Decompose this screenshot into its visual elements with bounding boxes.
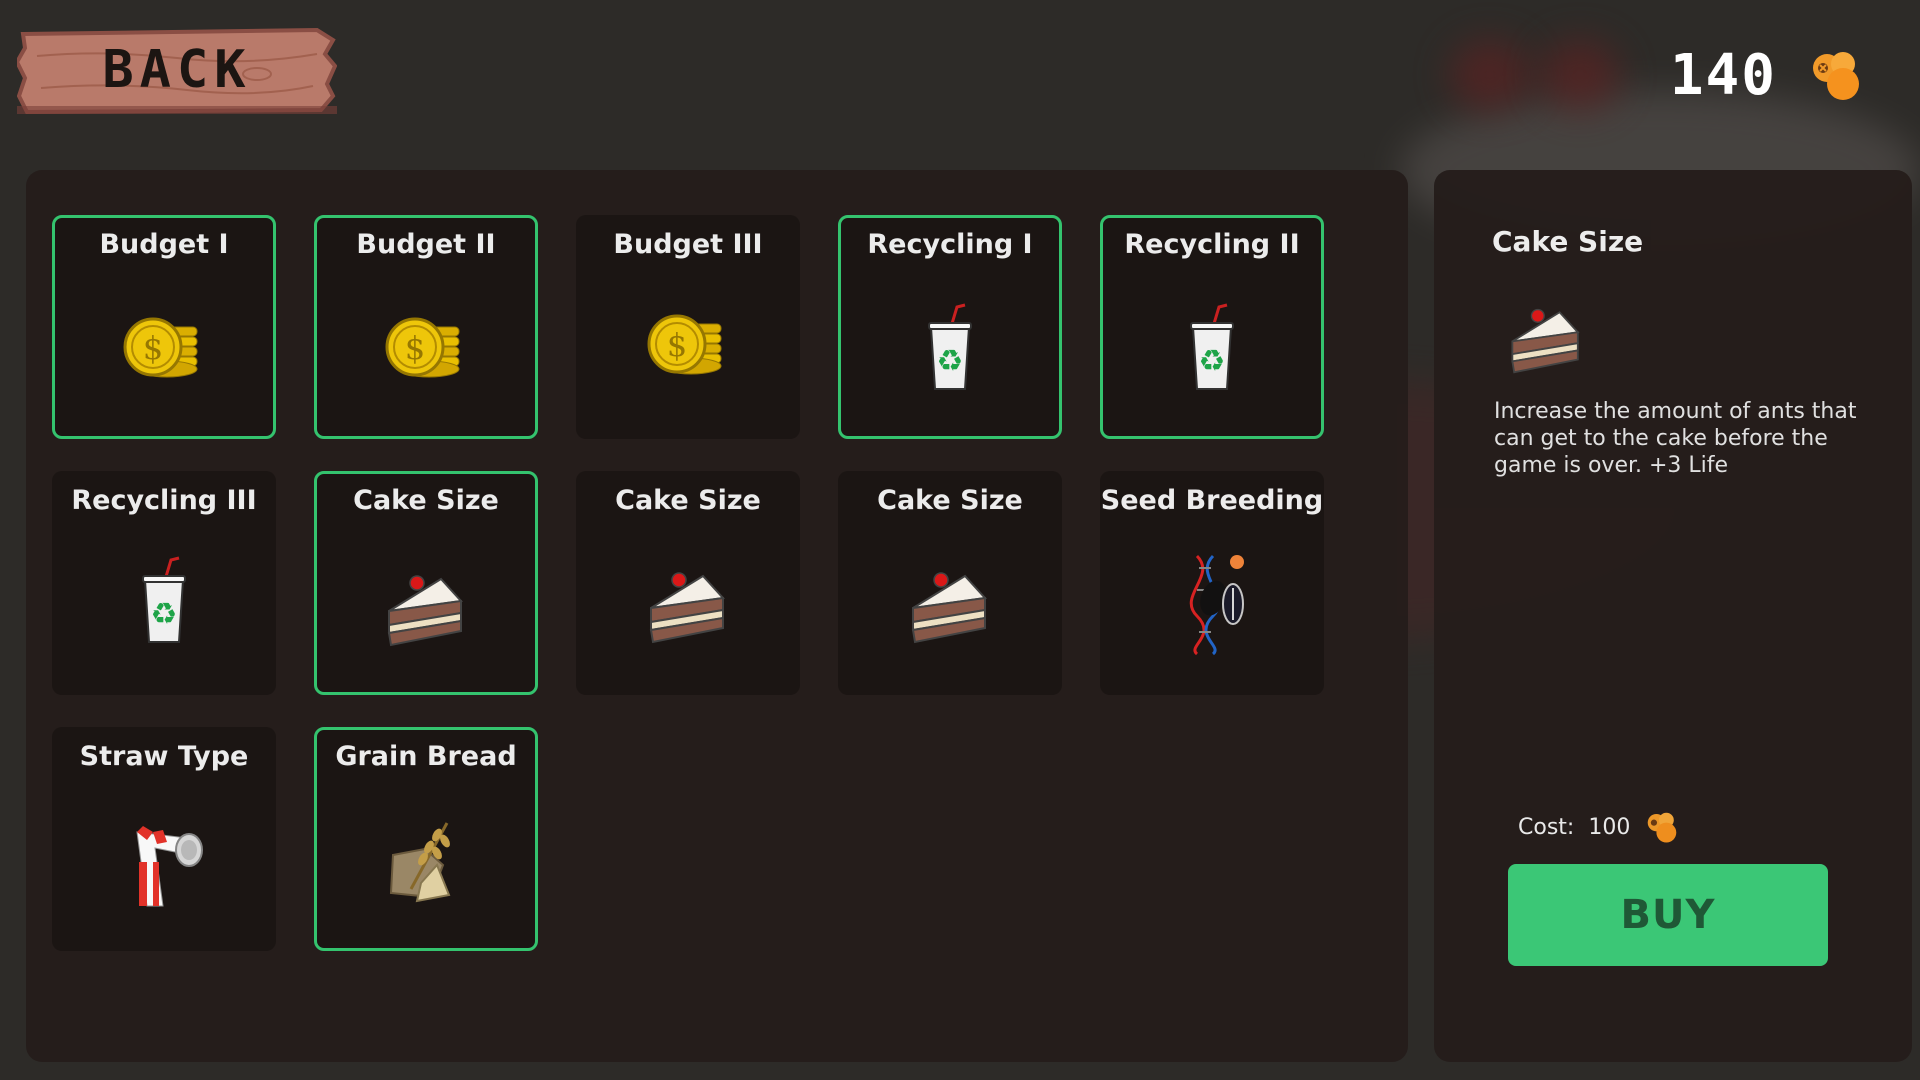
upgrade-title: Cake Size	[877, 485, 1023, 516]
background-blur	[1540, 40, 1620, 110]
upgrade-card[interactable]: Grain Bread	[314, 727, 538, 951]
currency-value: 140	[1669, 42, 1777, 108]
upgrade-card[interactable]: Recycling I ♻	[838, 215, 1062, 439]
gold-coins-icon: $	[109, 293, 219, 403]
cake-slice-icon	[895, 546, 1005, 656]
buy-button[interactable]: BUY	[1508, 864, 1828, 966]
cost-value: 100	[1588, 814, 1631, 840]
upgrade-detail-panel: Cake Size Increase the amount of ants th…	[1434, 170, 1912, 1062]
svg-text:$: $	[667, 326, 687, 364]
striped-straw-icon	[109, 802, 219, 912]
detail-title: Cake Size	[1492, 225, 1644, 258]
upgrade-card[interactable]: Cake Size	[314, 471, 538, 695]
upgrade-title: Budget II	[356, 229, 496, 260]
recycling-cup-icon: ♻	[1157, 293, 1267, 403]
detail-description: Increase the amount of ants that can get…	[1494, 399, 1857, 478]
upgrade-title: Seed Breeding	[1100, 485, 1324, 516]
upgrade-title: Recycling II	[1124, 229, 1300, 260]
upgrades-grid: Budget I $ Budget II $ Budget III $ Recy…	[52, 215, 1324, 951]
upgrade-card[interactable]: Recycling III ♻	[52, 471, 276, 695]
back-label: BACK	[102, 40, 252, 100]
svg-text:♻: ♻	[151, 597, 178, 632]
upgrade-title: Budget I	[99, 229, 229, 260]
gold-coins-icon: $	[633, 290, 743, 400]
upgrade-title: Straw Type	[79, 741, 249, 772]
cake-slice-icon	[633, 546, 743, 656]
svg-text:♻: ♻	[937, 344, 964, 379]
upgrade-title: Cake Size	[353, 485, 499, 516]
cake-slice-icon	[1496, 285, 1596, 385]
upgrade-title: Grain Bread	[335, 741, 517, 772]
recycling-cup-icon: ♻	[895, 293, 1005, 403]
cost-row: Cost: 100	[1518, 810, 1680, 844]
upgrade-title: Cake Size	[615, 485, 761, 516]
upgrade-card[interactable]: Budget I $	[52, 215, 276, 439]
upgrade-card[interactable]: Budget II $	[314, 215, 538, 439]
recycling-cup-icon: ♻	[109, 546, 219, 656]
upgrade-title: Budget III	[613, 229, 763, 260]
seed-coin-icon	[1813, 52, 1859, 100]
svg-text:$: $	[143, 329, 163, 367]
gold-coins-icon: $	[371, 293, 481, 403]
dna-seed-icon	[1157, 546, 1267, 656]
upgrade-card[interactable]: Budget III $	[576, 215, 800, 439]
cost-label: Cost:	[1518, 814, 1575, 840]
upgrades-panel: Budget I $ Budget II $ Budget III $ Recy…	[26, 170, 1408, 1062]
seed-coin-icon	[1648, 812, 1677, 843]
background-blur	[1450, 40, 1530, 110]
upgrade-title: Recycling III	[71, 485, 257, 516]
back-button[interactable]: BACK	[17, 26, 337, 114]
currency-display: 140	[1670, 40, 1865, 110]
upgrade-card[interactable]: Cake Size	[838, 471, 1062, 695]
svg-text:♻: ♻	[1199, 344, 1226, 379]
upgrade-card[interactable]: Cake Size	[576, 471, 800, 695]
cake-slice-icon	[371, 549, 481, 659]
upgrade-card[interactable]: Seed Breeding	[1100, 471, 1324, 695]
upgrade-card[interactable]: Recycling II ♻	[1100, 215, 1324, 439]
upgrade-card[interactable]: Straw Type	[52, 727, 276, 951]
svg-text:$: $	[405, 329, 425, 367]
upgrade-title: Recycling I	[867, 229, 1033, 260]
grain-bread-icon	[371, 805, 481, 915]
